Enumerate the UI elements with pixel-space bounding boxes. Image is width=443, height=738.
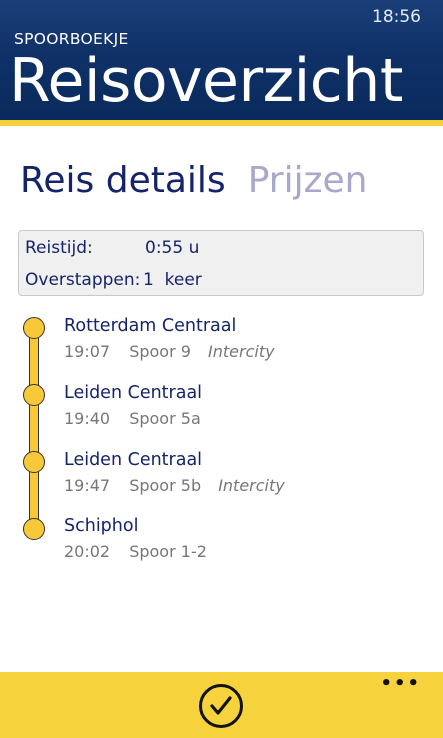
check-icon bbox=[210, 696, 232, 715]
platform: Spoor 5b bbox=[129, 476, 202, 495]
platform: Spoor 5a bbox=[129, 409, 201, 428]
station-name: Schiphol bbox=[64, 516, 139, 536]
travel-time-value: 0:55 u bbox=[145, 238, 200, 258]
transfers-value: 1 keer bbox=[143, 270, 202, 290]
confirm-button[interactable] bbox=[199, 684, 243, 728]
station-name: Leiden Centraal bbox=[64, 383, 203, 403]
platform: Spoor 9 bbox=[129, 342, 191, 361]
travel-time-label: Reistijd: bbox=[25, 238, 93, 258]
platform: Spoor 1-2 bbox=[129, 542, 207, 561]
page-title: Reisoverzicht bbox=[9, 46, 403, 116]
stop-item[interactable]: Schiphol 20:02 Spoor 1-2 bbox=[64, 516, 233, 561]
stop-meta: 19:40 Spoor 5a bbox=[64, 409, 227, 428]
more-options-button[interactable]: ••• bbox=[380, 673, 421, 694]
departure-time: 19:07 bbox=[64, 342, 111, 361]
route-line bbox=[29, 329, 39, 529]
train-type: Intercity bbox=[208, 342, 275, 361]
stop-marker bbox=[23, 451, 45, 473]
departure-time: 20:02 bbox=[64, 542, 111, 561]
status-time: 18:56 bbox=[372, 7, 421, 27]
header: 18:56 SPOORBOEKJE Reisoverzicht bbox=[0, 0, 443, 126]
station-name: Leiden Centraal bbox=[64, 450, 203, 470]
travel-time-row: Reistijd: 0:55 u bbox=[25, 238, 199, 258]
train-type: Intercity bbox=[218, 476, 285, 495]
departure-time: 19:40 bbox=[64, 409, 111, 428]
stop-meta: 20:02 Spoor 1-2 bbox=[64, 542, 233, 561]
tab-reis-details[interactable]: Reis details bbox=[20, 158, 226, 206]
pivot: Reis details Prijzen bbox=[20, 158, 367, 206]
trip-summary: Reistijd: 0:55 u Overstappen: 1 keer bbox=[18, 230, 424, 296]
transfers-label: Overstappen: bbox=[25, 270, 141, 290]
stop-item[interactable]: Rotterdam Centraal 19:07 Spoor 9 Interci… bbox=[64, 316, 289, 361]
transfers-row: Overstappen: 1 keer bbox=[25, 270, 202, 290]
stop-marker bbox=[23, 384, 45, 406]
tab-prijzen[interactable]: Prijzen bbox=[248, 158, 368, 206]
stop-meta: 19:47 Spoor 5b Intercity bbox=[64, 476, 299, 495]
stop-item[interactable]: Leiden Centraal 19:40 Spoor 5a bbox=[64, 383, 227, 428]
stop-item[interactable]: Leiden Centraal 19:47 Spoor 5b Intercity bbox=[64, 450, 299, 495]
station-name: Rotterdam Centraal bbox=[64, 316, 237, 336]
departure-time: 19:47 bbox=[64, 476, 111, 495]
stop-meta: 19:07 Spoor 9 Intercity bbox=[64, 342, 289, 361]
stop-marker bbox=[23, 317, 45, 339]
stop-marker bbox=[23, 518, 45, 540]
